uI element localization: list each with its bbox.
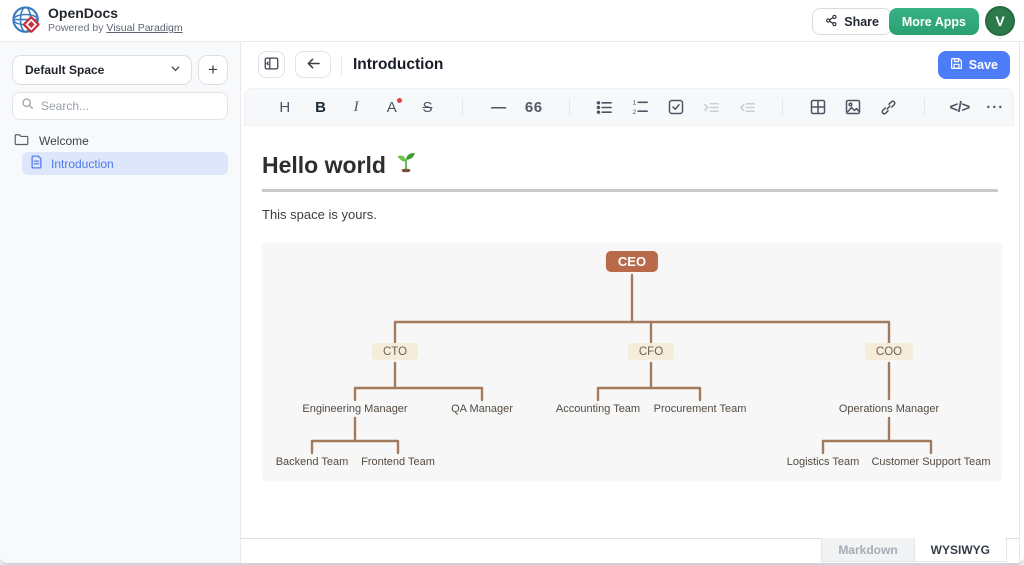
document-header: Introduction Save xyxy=(241,42,1019,88)
save-floppy-icon xyxy=(950,57,963,73)
document-editor[interactable]: Hello world This space is yours. xyxy=(241,126,1019,538)
app-title: OpenDocs xyxy=(48,5,118,21)
toolbar-divider xyxy=(569,98,570,116)
search-icon xyxy=(21,97,34,115)
editor-mode-tabs: Markdown WYSIWYG xyxy=(821,538,1007,562)
image-button[interactable] xyxy=(840,94,866,120)
org-node-procurement-team: Procurement Team xyxy=(654,403,747,415)
svg-text:1: 1 xyxy=(632,100,636,107)
status-bar: Markdown WYSIWYG xyxy=(241,538,1019,563)
numbered-list-button[interactable]: 12 xyxy=(627,94,653,120)
share-icon xyxy=(825,14,838,30)
task-list-button[interactable] xyxy=(663,94,689,120)
page-title: Introduction xyxy=(353,42,443,88)
more-options-button[interactable]: ··· xyxy=(982,94,1008,120)
org-chart[interactable]: CEO CTO CFO COO Engineering Manager QA M… xyxy=(262,243,1002,481)
seedling-emoji-icon xyxy=(395,151,417,179)
sidebar-item-welcome[interactable]: Welcome xyxy=(14,133,89,149)
org-node-logistics-team: Logistics Team xyxy=(787,456,860,468)
org-node-coo: COO xyxy=(865,343,913,360)
link-button[interactable] xyxy=(876,94,902,120)
visual-paradigm-link[interactable]: Visual Paradigm xyxy=(106,22,182,34)
main-pane: Introduction Save H B I A S — 66 12 xyxy=(241,42,1020,563)
org-node-operations-manager: Operations Manager xyxy=(839,403,939,415)
header-divider xyxy=(341,55,342,75)
back-button[interactable] xyxy=(295,51,331,78)
formatting-toolbar: H B I A S — 66 12 xyxy=(244,88,1014,126)
org-node-engineering-manager: Engineering Manager xyxy=(302,403,407,415)
chevron-down-icon xyxy=(170,63,181,77)
org-chart-connectors xyxy=(262,243,1002,481)
folder-icon xyxy=(14,133,29,149)
panel-left-icon xyxy=(264,56,279,74)
font-color-button[interactable]: A xyxy=(379,94,405,120)
document-heading: Hello world xyxy=(262,151,998,179)
toolbar-divider xyxy=(782,98,783,116)
share-button[interactable]: Share xyxy=(812,8,892,35)
app-window: OpenDocs Powered by Visual Paradigm Shar… xyxy=(0,0,1024,565)
document-icon xyxy=(30,155,43,172)
arrow-left-icon xyxy=(306,57,321,73)
code-button[interactable]: </> xyxy=(947,94,973,120)
tab-markdown[interactable]: Markdown xyxy=(821,538,913,562)
bullet-list-button[interactable] xyxy=(592,94,618,120)
search-box xyxy=(12,92,228,120)
bold-button[interactable]: B xyxy=(308,94,334,120)
table-button[interactable] xyxy=(805,94,831,120)
sidebar-item-introduction[interactable]: Introduction xyxy=(22,152,228,175)
horizontal-rule-button[interactable]: — xyxy=(485,94,511,120)
top-bar: OpenDocs Powered by Visual Paradigm Shar… xyxy=(0,0,1024,42)
org-node-frontend-team: Frontend Team xyxy=(361,456,435,468)
heading-button[interactable]: H xyxy=(272,94,298,120)
heading-rule xyxy=(262,189,998,192)
add-space-button[interactable]: + xyxy=(198,55,228,85)
search-input[interactable] xyxy=(41,99,219,113)
opendocs-logo-icon xyxy=(10,4,44,38)
strikethrough-button[interactable]: S xyxy=(415,94,441,120)
color-dot xyxy=(397,98,402,103)
powered-by: Powered by Visual Paradigm xyxy=(48,22,183,34)
italic-button[interactable]: I xyxy=(343,94,369,120)
org-node-accounting-team: Accounting Team xyxy=(556,403,640,415)
space-selector-dropdown[interactable]: Default Space xyxy=(12,55,192,85)
document-paragraph: This space is yours. xyxy=(262,207,998,222)
org-node-cfo: CFO xyxy=(628,343,674,360)
svg-text:2: 2 xyxy=(632,109,636,115)
toolbar-divider xyxy=(924,98,925,116)
org-node-customer-support-team: Customer Support Team xyxy=(871,456,990,468)
org-node-cto: CTO xyxy=(372,343,418,360)
save-button[interactable]: Save xyxy=(938,51,1010,79)
org-node-qa-manager: QA Manager xyxy=(451,403,513,415)
sidebar-toggle-button[interactable] xyxy=(258,51,285,78)
org-node-ceo: CEO xyxy=(606,251,658,272)
toolbar-divider xyxy=(462,98,463,116)
more-apps-button[interactable]: More Apps xyxy=(889,8,979,35)
blockquote-button[interactable]: 66 xyxy=(521,94,547,120)
user-avatar[interactable]: V xyxy=(985,6,1015,36)
org-node-backend-team: Backend Team xyxy=(276,456,349,468)
indent-button[interactable] xyxy=(699,94,725,120)
outdent-button[interactable] xyxy=(734,94,760,120)
sidebar: Default Space + Welcome Introduction xyxy=(0,42,241,563)
tab-wysiwyg[interactable]: WYSIWYG xyxy=(914,538,1007,562)
